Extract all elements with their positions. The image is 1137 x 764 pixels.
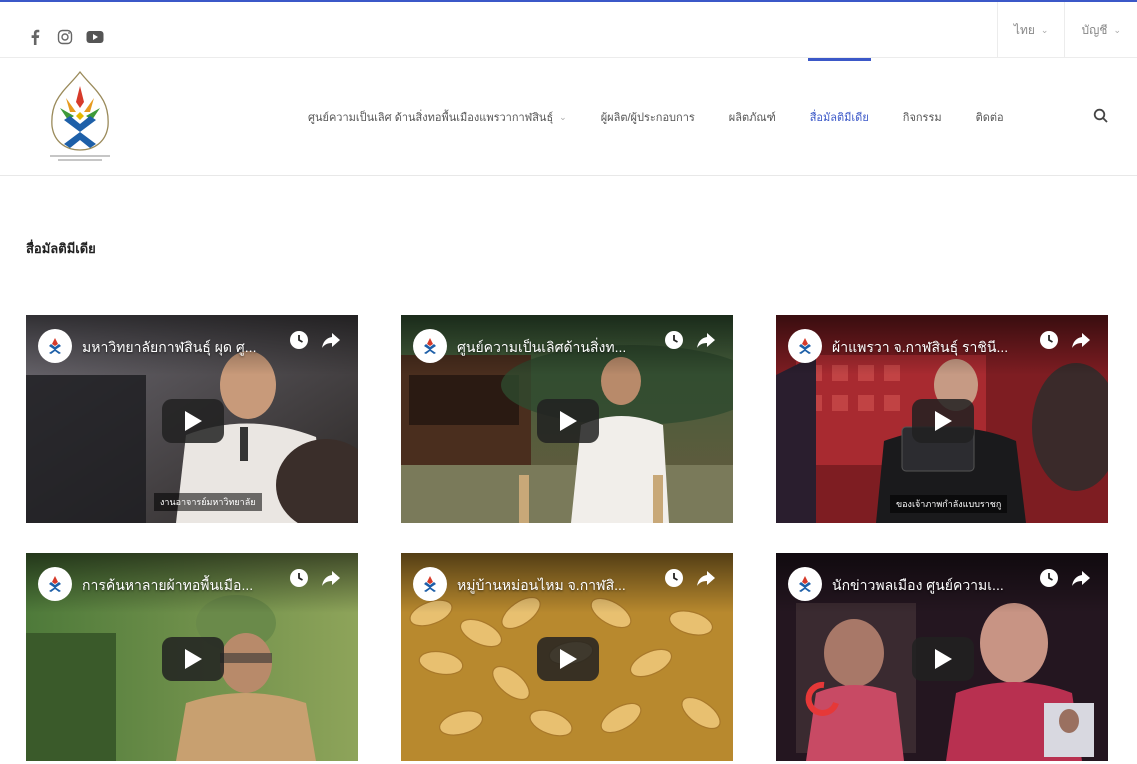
video-title[interactable]: นักข่าวพลเมือง ศูนย์ความเ... (832, 575, 1028, 597)
language-dropdown[interactable]: ไทย ⌄ (996, 2, 1065, 58)
main-navigation: ศูนย์ความเป็นเลิศ ด้านสิ่งทอพื้นเมืองแพร… (308, 58, 1038, 176)
video-caption: งานอาจารย์มหาวิทยาลัย (154, 493, 262, 511)
video-title[interactable]: หมู่บ้านหม่อนไหม จ.กาฬสิ... (457, 575, 653, 597)
share-icon[interactable] (695, 329, 717, 351)
video-card[interactable]: ศูนย์ความเป็นเลิศด้านสิ่งท... (401, 315, 733, 523)
video-card[interactable]: การค้นหาลายผ้าทอพื้นเมือ... (26, 553, 358, 761)
video-card[interactable]: นักข่าวพลเมือง ศูนย์ความเ... (776, 553, 1108, 761)
play-button[interactable] (162, 399, 224, 443)
nav-item-label: ผลิตภัณฑ์ (728, 112, 776, 124)
play-button[interactable] (537, 399, 599, 443)
nav-item-activities[interactable]: กิจกรรม (903, 58, 942, 176)
nav-item-label: ผู้ผลิต/ผู้ประกอบการ (600, 112, 695, 124)
play-button[interactable] (912, 399, 974, 443)
facebook-icon[interactable] (26, 28, 44, 46)
nav-item-label: ศูนย์ความเป็นเลิศ ด้านสิ่งทอพื้นเมืองแพร… (308, 112, 554, 124)
watch-later-icon[interactable] (288, 567, 310, 589)
social-links (26, 28, 104, 46)
channel-avatar[interactable] (788, 567, 822, 601)
page-title: สื่อมัลติมีเดีย (26, 241, 96, 256)
share-icon[interactable] (695, 567, 717, 589)
share-icon[interactable] (320, 329, 342, 351)
nav-item-label: สื่อมัลติมีเดีย (809, 112, 869, 124)
video-card[interactable]: ผ้าแพรวา จ.กาฬสินธุ์ ราชินี... ของเจ้าภา… (776, 315, 1108, 523)
site-logo[interactable] (30, 68, 130, 168)
share-icon[interactable] (320, 567, 342, 589)
channel-avatar[interactable] (38, 567, 72, 601)
video-title[interactable]: ศูนย์ความเป็นเลิศด้านสิ่งท... (457, 337, 653, 359)
account-label: บัญชี (1081, 22, 1108, 37)
video-title[interactable]: มหาวิทยาลัยกาฬสินธุ์ ผุด ศู... (82, 337, 278, 359)
chevron-down-icon: ⌄ (1113, 24, 1121, 35)
channel-avatar[interactable] (788, 329, 822, 363)
play-button[interactable] (912, 637, 974, 681)
site-header: ศูนย์ความเป็นเลิศ ด้านสิ่งทอพื้นเมืองแพร… (0, 58, 1137, 176)
watch-later-icon[interactable] (1038, 329, 1060, 351)
top-right-menus: ไทย ⌄ บัญชี ⌄ (996, 2, 1137, 58)
nav-item-producers[interactable]: ผู้ผลิต/ผู้ประกอบการ (601, 58, 695, 176)
channel-avatar[interactable] (38, 329, 72, 363)
channel-avatar[interactable] (413, 329, 447, 363)
video-title[interactable]: การค้นหาลายผ้าทอพื้นเมือ... (82, 575, 278, 597)
video-card[interactable]: หมู่บ้านหม่อนไหม จ.กาฬสิ... (401, 553, 733, 761)
chevron-down-icon: ⌄ (1040, 24, 1049, 35)
video-title[interactable]: ผ้าแพรวา จ.กาฬสินธุ์ ราชินี... (832, 337, 1028, 359)
account-dropdown[interactable]: บัญชี ⌄ (1064, 2, 1137, 58)
language-label: ไทย (1013, 22, 1035, 37)
channel-avatar[interactable] (413, 567, 447, 601)
nav-item-center-of-excellence[interactable]: ศูนย์ความเป็นเลิศ ด้านสิ่งทอพื้นเมืองแพร… (308, 58, 567, 176)
video-card[interactable]: มหาวิทยาลัยกาฬสินธุ์ ผุด ศู... งานอาจารย… (26, 315, 358, 523)
share-icon[interactable] (1070, 567, 1092, 589)
nav-item-multimedia[interactable]: สื่อมัลติมีเดีย (807, 58, 871, 176)
share-icon[interactable] (1070, 329, 1092, 351)
instagram-icon[interactable] (56, 28, 74, 46)
nav-item-label: กิจกรรม (902, 112, 942, 124)
nav-item-contact[interactable]: ติดต่อ (976, 58, 1004, 176)
video-grid: มหาวิทยาลัยกาฬสินธุ์ ผุด ศู... งานอาจารย… (26, 315, 1108, 761)
play-button[interactable] (537, 637, 599, 681)
watch-later-icon[interactable] (1038, 567, 1060, 589)
nav-item-products[interactable]: ผลิตภัณฑ์ (729, 58, 776, 176)
chevron-down-icon: ⌄ (559, 111, 567, 122)
youtube-icon[interactable] (86, 28, 104, 46)
topbar: ไทย ⌄ บัญชี ⌄ (0, 2, 1137, 58)
search-icon[interactable] (1093, 108, 1109, 124)
nav-item-label: ติดต่อ (975, 112, 1004, 124)
play-button[interactable] (162, 637, 224, 681)
video-caption: ของเจ้าภาพกำลังแบบราชกู (890, 495, 1008, 513)
watch-later-icon[interactable] (663, 567, 685, 589)
watch-later-icon[interactable] (663, 329, 685, 351)
watch-later-icon[interactable] (288, 329, 310, 351)
